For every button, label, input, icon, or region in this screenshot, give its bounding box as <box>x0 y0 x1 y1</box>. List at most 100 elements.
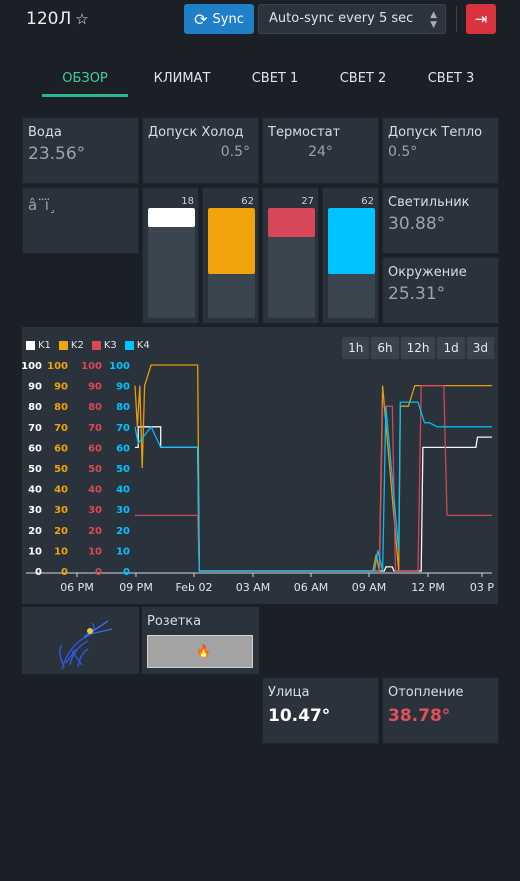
lamp-label: Светильник <box>388 195 470 210</box>
star-icon[interactable]: ☆ <box>75 10 88 28</box>
ambient-label: Окружение <box>388 265 467 280</box>
y-tick-label-k3: 40 <box>88 485 102 496</box>
x-tick-label: 09 AM <box>352 581 387 594</box>
x-tick-label: Feb 02 <box>176 581 213 594</box>
lamp-value: 30.88° <box>388 214 446 234</box>
ambient-value: 25.31° <box>388 284 446 304</box>
y-tick-label-k3: 30 <box>88 505 102 516</box>
water-card: Вода 23.56° <box>22 117 139 184</box>
y-tick-label-k1: 100 <box>22 361 42 372</box>
channel-k1-track[interactable] <box>148 208 195 318</box>
y-tick-label-k2: 80 <box>54 402 68 413</box>
x-tick-label: 03 AM <box>236 581 271 594</box>
flame-icon: 🔥 <box>196 644 211 658</box>
y-tick-label-k3: 20 <box>88 526 102 537</box>
series-line-k4 <box>134 401 492 572</box>
y-tick-label-k4: 0 <box>123 567 130 578</box>
y-tick-label-k3: 80 <box>88 402 102 413</box>
refresh-icon: ⟳ <box>194 9 208 29</box>
y-tick-label-k1: 50 <box>28 464 42 475</box>
y-tick-label-k1: 60 <box>28 443 42 454</box>
sync-button[interactable]: ⟳ Sync <box>184 4 254 34</box>
y-tick-label-k2: 10 <box>54 546 68 557</box>
channel-k2-fill <box>208 208 255 274</box>
series-line-k3 <box>135 384 492 572</box>
y-tick-label-k4: 50 <box>116 464 130 475</box>
y-tick-label-k1: 40 <box>28 485 42 496</box>
channel-k2-card: 62 <box>202 187 259 324</box>
y-tick-label-k3: 10 <box>88 546 102 557</box>
logout-icon: ⇥ <box>474 10 488 28</box>
channel-k1-card: 18 <box>142 187 199 324</box>
page-title-text: 120Л <box>26 9 72 29</box>
y-tick-label-k4: 20 <box>116 526 130 537</box>
y-tick-label-k2: 100 <box>47 361 68 372</box>
tab-light-3[interactable]: СВЕТ 3 <box>420 64 482 94</box>
channel-k3-track[interactable] <box>268 208 315 318</box>
autosync-value: Auto-sync every 5 sec <box>269 11 414 26</box>
y-tick-label-k3: 0 <box>95 567 102 578</box>
page-title: 120Л ☆ <box>26 9 89 29</box>
tab-climate[interactable]: КЛИМАТ <box>142 64 222 94</box>
tolerance-warm-value: 0.5° <box>388 144 418 160</box>
tab-bar: ОБЗОР КЛИМАТ СВЕТ 1 СВЕТ 2 СВЕТ 3 <box>22 64 498 97</box>
heating-value: 38.78° <box>388 706 451 726</box>
thermostat-card: Термостат 24° <box>262 117 379 184</box>
shrimp-icon <box>59 620 113 670</box>
tolerance-cold-label: Допуск Холод <box>148 125 244 140</box>
channel-k4-card: 62 <box>322 187 379 324</box>
x-tick-label: 06 PM <box>60 581 94 594</box>
channel-k4-value: 62 <box>361 196 374 207</box>
shrimp-image-tile <box>22 607 139 674</box>
y-tick-label-k3: 60 <box>88 443 102 454</box>
x-tick-label: 12 PM <box>411 581 445 594</box>
channel-k2-track[interactable] <box>208 208 255 318</box>
channel-k2-value: 62 <box>241 196 254 207</box>
tab-light-2[interactable]: СВЕТ 2 <box>332 64 394 94</box>
channel-k1-value: 18 <box>181 196 194 207</box>
ambient-card: Окружение 25.31° <box>382 257 499 324</box>
top-bar: 120Л ☆ ⟳ Sync Auto-sync every 5 sec ▲ ▼ ⇥ <box>0 0 520 40</box>
y-tick-label-k4: 80 <box>116 402 130 413</box>
y-tick-label-k1: 10 <box>28 546 42 557</box>
y-tick-label-k2: 50 <box>54 464 68 475</box>
y-tick-label-k2: 90 <box>54 382 68 393</box>
thermostat-value: 24° <box>308 144 333 160</box>
heating-card: Отопление 38.78° <box>382 677 499 744</box>
y-tick-label-k4: 70 <box>116 423 130 434</box>
tolerance-warm-label: Допуск Тепло <box>388 125 483 140</box>
tab-overview[interactable]: ОБЗОР <box>42 64 128 97</box>
socket-card: Розетка 🔥 <box>142 607 259 674</box>
channel-k1-fill <box>148 208 195 227</box>
logout-button[interactable]: ⇥ <box>466 4 496 34</box>
thermostat-label: Термостат <box>268 125 341 140</box>
tolerance-warm-card: Допуск Тепло 0.5° <box>382 117 499 184</box>
y-tick-label-k2: 40 <box>54 485 68 496</box>
lamp-card: Светильник 30.88° <box>382 187 499 254</box>
water-label: Вода <box>28 125 62 140</box>
y-tick-label-k3: 100 <box>81 361 102 372</box>
toolbar-divider <box>456 6 457 32</box>
socket-toggle[interactable]: 🔥 <box>147 635 253 668</box>
street-label: Улица <box>268 685 310 700</box>
series-line-k2 <box>134 364 492 572</box>
x-tick-label: 09 PM <box>119 581 153 594</box>
y-tick-label-k1: 70 <box>28 423 42 434</box>
channel-k3-fill <box>268 208 315 237</box>
status-card: â¨ï¸ <box>22 187 139 254</box>
y-tick-label-k4: 40 <box>116 485 130 496</box>
y-tick-label-k2: 70 <box>54 423 68 434</box>
water-value: 23.56° <box>28 144 86 164</box>
autosync-select[interactable]: Auto-sync every 5 sec ▲ ▼ <box>258 4 446 34</box>
y-tick-label-k2: 30 <box>54 505 68 516</box>
y-tick-label-k3: 50 <box>88 464 102 475</box>
tolerance-cold-card: Допуск Холод 0.5° <box>142 117 259 184</box>
channel-k3-card: 27 <box>262 187 319 324</box>
tab-light-1[interactable]: СВЕТ 1 <box>244 64 306 94</box>
y-tick-label-k4: 10 <box>116 546 130 557</box>
history-chart[interactable]: 0 0 0 0 10 10 10 10 20 20 20 20 30 30 30 30 40 40 40 40 50 50… <box>22 327 498 604</box>
y-tick-label-k2: 0 <box>61 567 68 578</box>
channel-k3-value: 27 <box>301 196 314 207</box>
y-tick-label-k2: 20 <box>54 526 68 537</box>
channel-k4-track[interactable] <box>328 208 375 318</box>
